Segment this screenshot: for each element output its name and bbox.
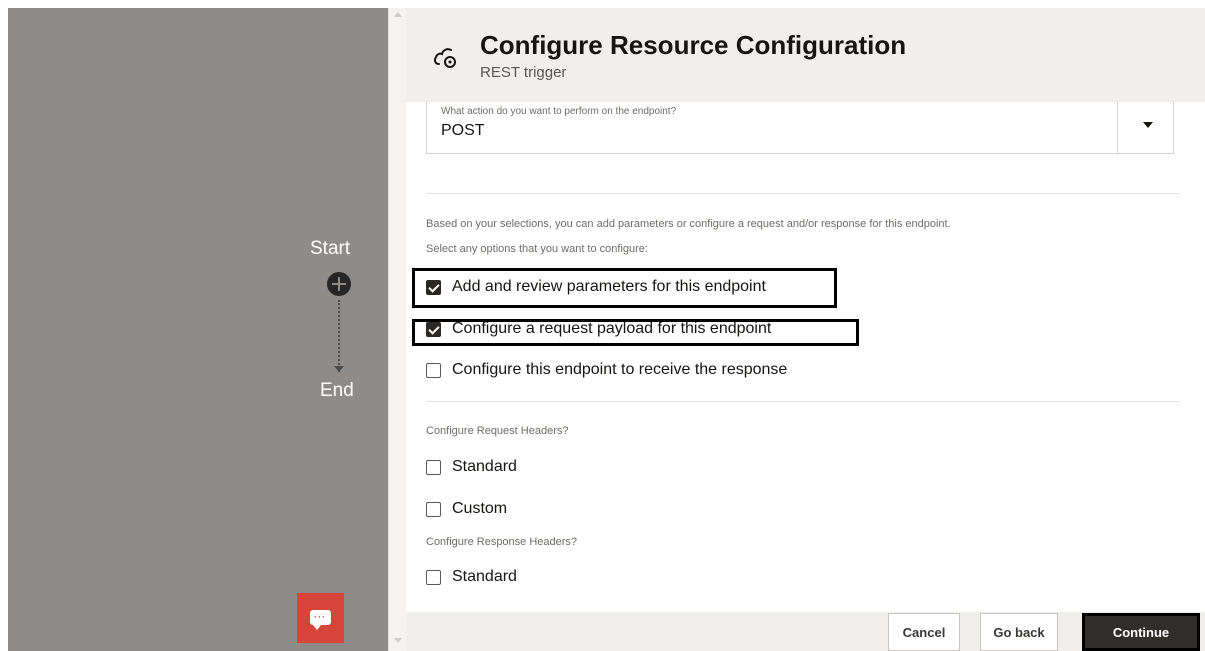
action-select-label: What action do you want to perform on th… xyxy=(441,106,677,117)
divider xyxy=(426,401,1180,402)
checkbox[interactable] xyxy=(426,362,441,378)
flow-arrow-icon xyxy=(334,366,344,372)
checkbox[interactable] xyxy=(426,459,441,475)
divider xyxy=(426,193,1180,194)
configure-resource-panel: Configure Resource Configuration REST tr… xyxy=(406,8,1205,651)
option-response[interactable]: Configure this endpoint to receive the r… xyxy=(426,358,787,382)
option-label: Standard xyxy=(452,568,517,585)
action-select-value[interactable]: POST xyxy=(441,122,485,140)
chat-button[interactable]: ··· xyxy=(297,593,344,643)
integration-canvas: Start End ··· xyxy=(8,8,388,651)
flow-end-label: End xyxy=(320,380,354,401)
scroll-up-icon[interactable] xyxy=(394,12,402,17)
option-label: Standard xyxy=(452,458,517,475)
action-select[interactable]: What action do you want to perform on th… xyxy=(426,102,1174,154)
response-header-standard[interactable]: Standard xyxy=(426,565,517,589)
rest-trigger-icon xyxy=(434,48,456,68)
response-headers-label: Configure Response Headers? xyxy=(426,536,578,548)
option-label: Configure this endpoint to receive the r… xyxy=(452,361,788,378)
select-divider xyxy=(1117,102,1118,153)
page-title: Configure Resource Configuration xyxy=(480,30,907,60)
add-step-icon[interactable] xyxy=(327,272,351,296)
panel-header: Configure Resource Configuration REST tr… xyxy=(406,8,1205,102)
chevron-down-icon[interactable] xyxy=(1143,122,1153,128)
instruction-text: Select any options that you want to conf… xyxy=(426,243,648,255)
page-subtitle: REST trigger xyxy=(480,64,567,81)
option-label: Custom xyxy=(452,500,508,517)
highlight-box xyxy=(412,268,837,308)
request-headers-label: Configure Request Headers? xyxy=(426,425,569,437)
checkbox[interactable] xyxy=(426,501,441,517)
splitter-scrollbar[interactable] xyxy=(388,8,406,651)
chat-icon: ··· xyxy=(310,610,331,630)
highlight-box xyxy=(412,319,859,346)
cancel-button[interactable]: Cancel xyxy=(888,613,960,651)
request-header-standard[interactable]: Standard xyxy=(426,455,517,479)
info-text: Based on your selections, you can add pa… xyxy=(426,218,951,230)
scroll-down-icon[interactable] xyxy=(394,638,402,643)
flow-start-label: Start xyxy=(310,238,351,259)
app-root: Start End ··· Configure Resource Configu… xyxy=(0,0,1205,651)
go-back-button[interactable]: Go back xyxy=(980,613,1058,651)
checkbox[interactable] xyxy=(426,569,441,585)
continue-button[interactable]: Continue xyxy=(1082,613,1200,651)
flow-connector xyxy=(338,300,340,372)
request-header-custom[interactable]: Custom xyxy=(426,497,507,521)
